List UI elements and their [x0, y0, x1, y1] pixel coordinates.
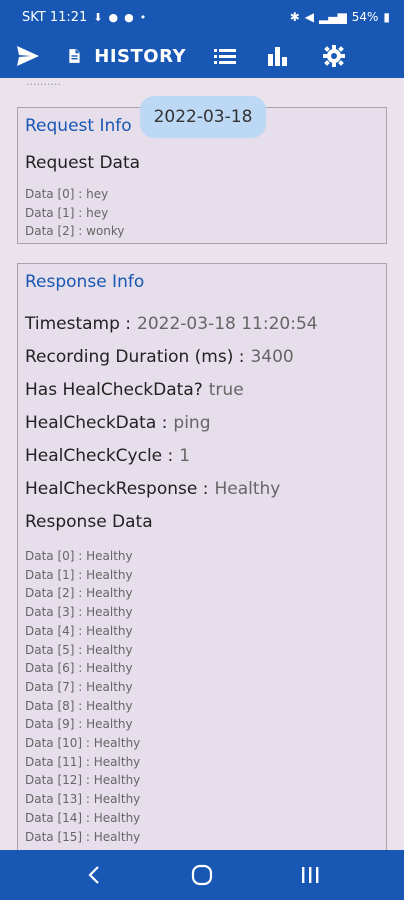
list-item: Data [15] : Healthy: [25, 829, 141, 844]
list-item: Data [4] : Healthy: [25, 623, 133, 638]
date-header-chip: 2022-03-18: [140, 96, 266, 138]
recents-button[interactable]: [280, 850, 340, 900]
list-item: Data [1] : Healthy: [25, 567, 133, 582]
history-tab-button[interactable]: HISTORY: [56, 34, 186, 78]
field-label: HealCheckCycle :: [25, 446, 174, 466]
document-icon: [69, 49, 80, 63]
bar-chart-icon: [268, 47, 287, 66]
app-bar: HISTORY: [0, 34, 404, 78]
list-item: Data [6] : Healthy: [25, 661, 133, 676]
field-label: Recording Duration (ms) :: [25, 347, 245, 367]
signal-icon: ▂▄▆: [319, 10, 347, 24]
gear-icon: [323, 45, 345, 67]
list-item: Data [0] : Healthy: [25, 549, 133, 563]
list-item: Data [3] : Healthy: [25, 605, 133, 620]
list-item: Data [7] : Healthy: [25, 679, 133, 694]
cut-off-text: ..........: [26, 80, 61, 88]
list-item: Data [11] : Healthy: [25, 754, 141, 769]
recents-icon: [302, 867, 319, 883]
list-item: Data [1] : hey: [25, 205, 109, 220]
back-icon: [88, 866, 99, 884]
healcheckresponse-row: HealCheckResponse : Healthy: [25, 479, 280, 499]
list-item: Data [2] : Healthy: [25, 586, 133, 601]
field-label: HealCheckResponse :: [25, 479, 209, 499]
request-info-title: Request Info: [25, 116, 132, 136]
field-value: 3400: [250, 347, 294, 367]
settings-tab-button[interactable]: [306, 34, 362, 78]
send-tab-button[interactable]: [0, 34, 56, 78]
field-label: Timestamp :: [25, 314, 132, 334]
response-data-label: Response Data: [25, 512, 153, 532]
list-item: Data [13] : Healthy: [25, 792, 141, 807]
status-time: SKT 11:21: [22, 9, 88, 25]
chart-tab-button[interactable]: [250, 34, 306, 78]
field-value: 1: [179, 446, 191, 466]
healcheckdata-row: HealCheckData : ping: [25, 413, 211, 433]
list-item: Data [12] : Healthy: [25, 773, 141, 788]
mute-icon: ◀: [304, 10, 315, 24]
app-icon: ●: [124, 10, 134, 24]
home-button[interactable]: [172, 850, 232, 900]
download-icon: ⬇: [93, 10, 103, 24]
response-info-panel: Response Info Timestamp :2022-03-18 11:2…: [17, 263, 387, 850]
list-icon: [214, 49, 236, 64]
field-value: ping: [173, 413, 211, 433]
field-value: true: [208, 380, 244, 400]
bluetooth-icon: ✱: [289, 10, 300, 24]
field-value: 2022-03-18 11:20:54: [137, 314, 318, 334]
request-data-label: Request Data: [25, 153, 141, 173]
list-item: Data [0] : hey: [25, 187, 109, 201]
list-item: Data [10] : Healthy: [25, 736, 141, 751]
list-item: Data [8] : Healthy: [25, 698, 133, 713]
list-item: Data [14] : Healthy: [25, 810, 141, 825]
system-nav-bar: [0, 850, 404, 900]
back-button[interactable]: [64, 850, 124, 900]
app-icon: ●: [108, 10, 119, 24]
list-item: Data [9] : Healthy: [25, 717, 133, 732]
field-label: Has HealCheckData?: [25, 380, 203, 400]
dot-icon: •: [139, 10, 147, 24]
battery-icon: ▮: [383, 10, 390, 24]
status-bar: SKT 11:21 ⬇ ● ● • ✱ ◀ ▂▄▆ 54% ▮: [0, 0, 404, 34]
has-healcheckdata-row: Has HealCheckData? true: [25, 380, 244, 400]
field-value: Healthy: [214, 479, 281, 499]
send-icon: [17, 46, 39, 66]
response-data-list: Data [0] : Healthy Data [1] : Healthy Da…: [25, 547, 140, 846]
recording-duration-row: Recording Duration (ms) :3400: [25, 347, 294, 367]
battery-text: 54%: [351, 10, 379, 24]
history-scroll-view[interactable]: .......... Request Info Request Data Dat…: [0, 78, 404, 850]
timestamp-row: Timestamp :2022-03-18 11:20:54: [25, 314, 318, 334]
healcheckcycle-row: HealCheckCycle :1: [25, 446, 190, 466]
response-info-title: Response Info: [25, 272, 145, 292]
field-label: HealCheckData :: [25, 413, 168, 433]
app-bar-title: HISTORY: [94, 45, 186, 67]
home-icon: [191, 864, 213, 886]
list-tab-button[interactable]: [200, 34, 250, 78]
list-item: Data [5] : Healthy: [25, 642, 133, 657]
list-item: Data [2] : wonky: [25, 224, 125, 239]
request-data-list: Data [0] : hey Data [1] : hey Data [2] :…: [25, 185, 125, 241]
